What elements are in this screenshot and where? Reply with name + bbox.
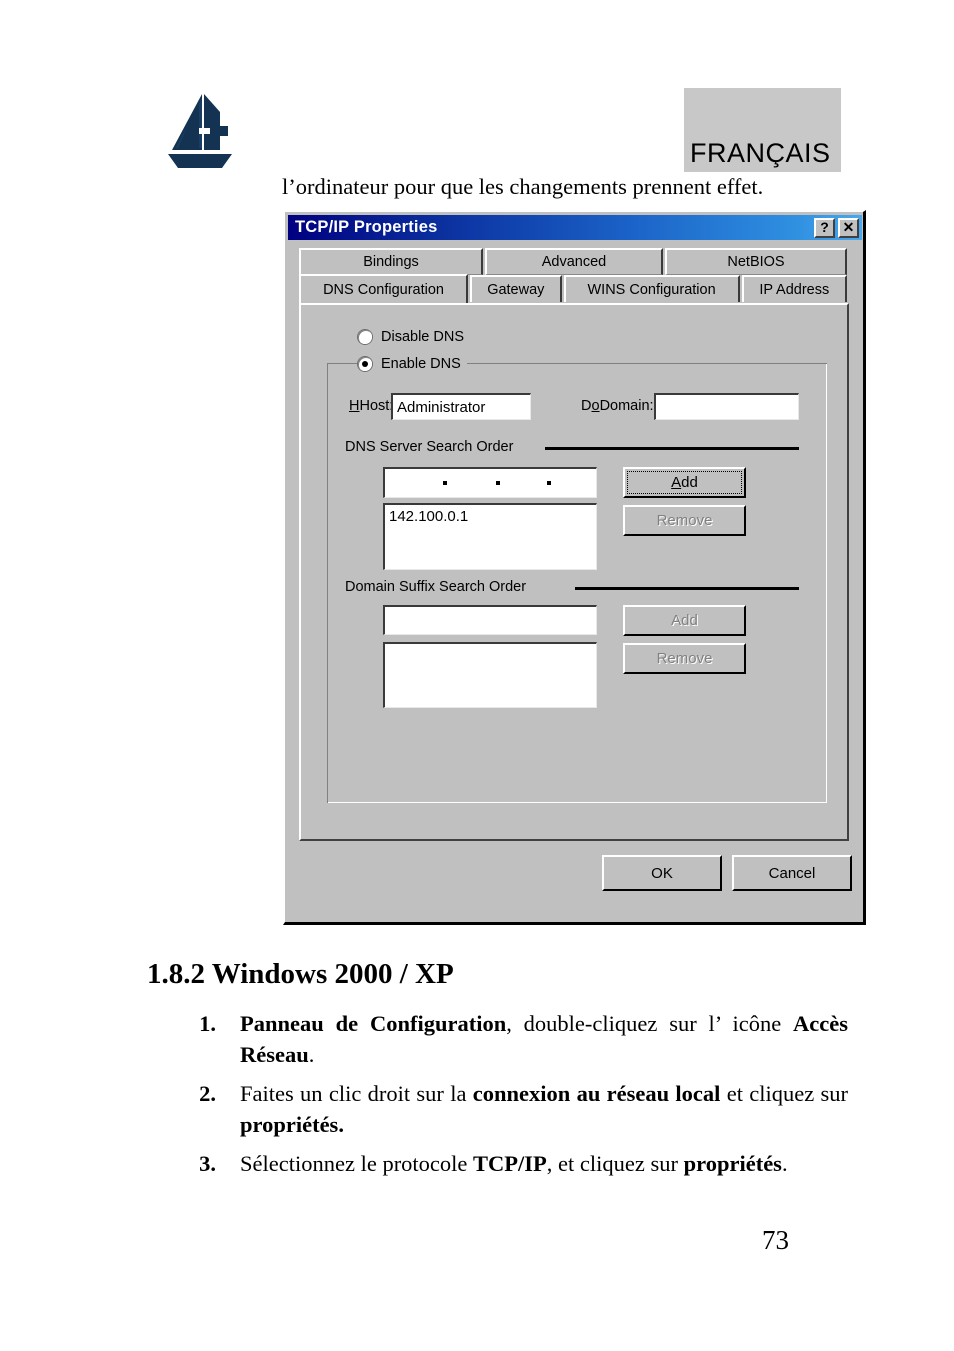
tab-ip-address[interactable]: IP Address	[741, 275, 847, 302]
host-label: HHost:	[349, 398, 394, 414]
radio-enable-dns-label: Enable DNS	[381, 356, 461, 372]
dns-search-order-legend: DNS Server Search Order	[345, 439, 520, 455]
suffix-search-order-legend: Domain Suffix Search Order	[345, 579, 533, 595]
dns-server-list[interactable]: 142.100.0.1	[383, 503, 597, 570]
page-number: 73	[762, 1225, 789, 1255]
tab-gateway[interactable]: Gateway	[470, 275, 562, 302]
host-input[interactable]: Administrator	[391, 393, 531, 420]
tab-bindings[interactable]: Bindings	[299, 248, 483, 275]
tab-advanced[interactable]: Advanced	[485, 248, 663, 275]
dns-remove-button[interactable]: Remove	[623, 505, 746, 536]
tab-dns-configuration[interactable]: DNS Configuration	[299, 274, 469, 303]
dns-ip-entry-separators	[385, 469, 596, 497]
cancel-button-label: Cancel	[768, 864, 816, 882]
tab-strip: Bindings Advanced NetBIOS DNS Configurat…	[299, 248, 849, 304]
dns-search-order-rule	[545, 447, 799, 450]
suffix-add-button[interactable]: Add	[623, 605, 746, 636]
dns-remove-button-label: Remove	[656, 512, 713, 529]
dialog-titlebar[interactable]: TCP/IP Properties ? ✕	[288, 215, 862, 240]
atlantis-logo-icon	[158, 88, 244, 174]
list-item: 2. Faites un clic droit sur la connexion…	[199, 1078, 849, 1140]
dns-configuration-panel: Disable DNS Enable DNS HHost: Administra…	[299, 303, 849, 841]
dns-ip-entry-input[interactable]	[383, 467, 597, 498]
tab-row-lower: DNS Configuration Gateway WINS Configura…	[299, 274, 849, 303]
radio-disable-dns[interactable]: Disable DNS	[358, 329, 464, 345]
help-button[interactable]: ?	[814, 217, 835, 238]
radio-enable-dns[interactable]: Enable DNS	[358, 356, 467, 372]
domain-input[interactable]	[654, 393, 799, 420]
suffix-remove-button[interactable]: Remove	[623, 643, 746, 674]
dialog-title: TCP/IP Properties	[295, 218, 438, 236]
tab-netbios[interactable]: NetBIOS	[665, 248, 847, 275]
cancel-button[interactable]: Cancel	[732, 855, 852, 891]
domain-label-rest: Domain:	[599, 398, 654, 414]
radio-enable-dns-indicator[interactable]	[358, 357, 372, 371]
suffix-search-order-rule	[575, 587, 799, 590]
close-button[interactable]: ✕	[838, 217, 859, 238]
list-item-number: 1.	[199, 1011, 216, 1036]
radio-disable-dns-label: Disable DNS	[381, 329, 464, 345]
domain-label: DoDomain:	[581, 398, 654, 414]
intro-paragraph: l’ordinateur pour que les changements pr…	[282, 174, 764, 199]
dns-server-list-item[interactable]: 142.100.0.1	[389, 508, 592, 525]
suffix-add-button-label: Add	[671, 612, 698, 629]
tab-wins-configuration[interactable]: WINS Configuration	[563, 275, 740, 302]
tcpip-properties-dialog: TCP/IP Properties ? ✕ Bindings Advanced …	[283, 210, 866, 925]
list-item: 1. Panneau de Configuration, double-cliq…	[199, 1008, 848, 1070]
section-heading: 1.8.2 Windows 2000 / XP	[147, 958, 454, 990]
suffix-entry-input[interactable]	[383, 605, 597, 635]
ok-button[interactable]: OK	[602, 855, 722, 891]
radio-disable-dns-indicator[interactable]	[358, 330, 372, 344]
list-item-text: Sélectionnez le protocole TCP/IP, et cli…	[240, 1151, 788, 1176]
suffix-remove-button-label: Remove	[656, 650, 713, 667]
list-item-number: 2.	[199, 1081, 216, 1106]
tab-row-upper: Bindings Advanced NetBIOS	[299, 248, 849, 275]
list-item-text: Panneau de Configuration, double-cliquez…	[240, 1011, 848, 1067]
dialog-button-bar: OK Cancel	[285, 848, 863, 918]
list-item: 3. Sélectionnez le protocole TCP/IP, et …	[199, 1148, 848, 1179]
language-label: FRANÇAIS	[690, 138, 831, 168]
ok-button-label: OK	[651, 864, 673, 882]
dns-add-button-rest: dd	[681, 474, 698, 491]
list-item-text: Faites un clic droit sur la connexion au…	[240, 1081, 849, 1137]
host-label-rest: Host:	[359, 398, 394, 414]
list-item-number: 3.	[199, 1151, 216, 1176]
dns-add-button[interactable]: Add	[623, 467, 746, 498]
suffix-list[interactable]	[383, 642, 597, 708]
